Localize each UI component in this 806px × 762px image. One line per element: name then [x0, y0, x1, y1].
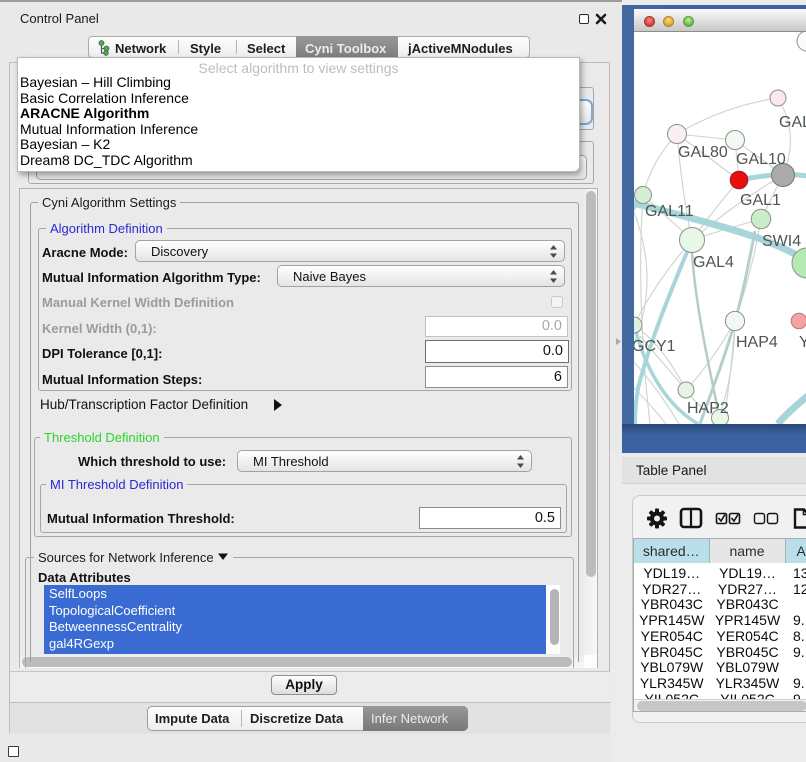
svg-text:HAP4: HAP4 — [736, 334, 778, 351]
svg-text:GAL1: GAL1 — [740, 192, 781, 209]
svg-text:GCY1: GCY1 — [634, 338, 676, 355]
svg-text:GAL7: GAL7 — [779, 114, 806, 131]
svg-text:GAL11: GAL11 — [645, 203, 694, 220]
svg-text:HAP2: HAP2 — [687, 400, 729, 417]
svg-text:SWI4: SWI4 — [762, 233, 801, 250]
svg-text:Y: Y — [799, 334, 806, 351]
svg-text:GAL4: GAL4 — [693, 254, 734, 271]
svg-text:GAL10: GAL10 — [736, 151, 786, 168]
svg-text:GAL80: GAL80 — [678, 144, 728, 161]
